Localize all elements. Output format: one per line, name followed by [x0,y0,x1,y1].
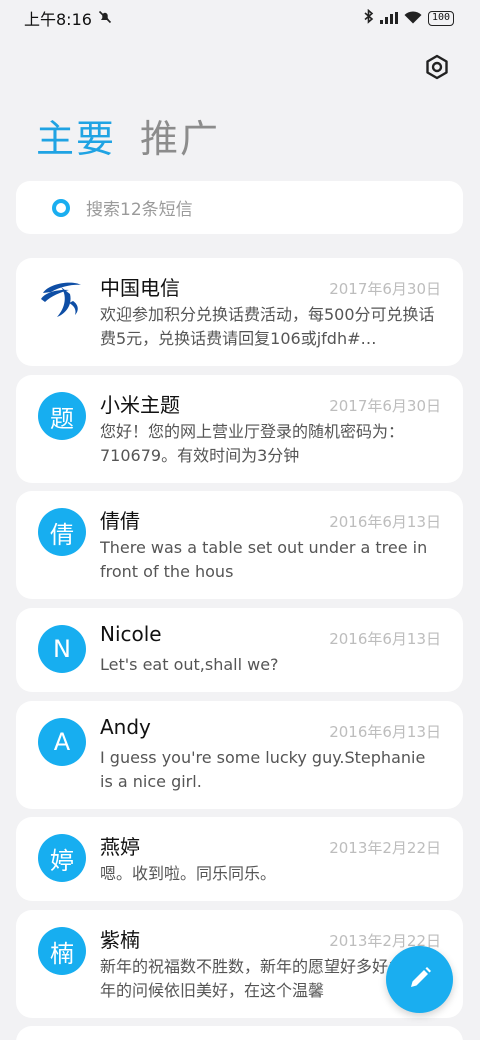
wifi-icon [404,9,422,28]
hexagon-gear-icon [424,54,450,84]
conversation-item[interactable]: 中国电信 2017年6月30日 欢迎参加积分兑换话费活动，每500分可兑换话费5… [16,258,463,366]
conversation-item[interactable]: 婷 燕婷 2013年2月22日 嗯。收到啦。同乐同乐。 [16,817,463,901]
message-date: 2017年6月30日 [329,397,441,415]
contact-name: 小米主题 [100,393,180,417]
status-right: 100 [364,8,454,28]
message-date: 2017年6月30日 [329,280,441,298]
china-telecom-logo [38,275,86,323]
status-left: 上午8:16 [24,6,112,30]
battery-indicator: 100 [427,10,454,26]
search-placeholder: 搜索12条短信 [86,200,193,220]
message-date: 2016年6月13日 [329,723,441,741]
status-bar: 上午8:16 100 [0,0,480,36]
conversation-item[interactable]: A Andy 2016年6月13日 I guess you're some lu… [16,701,463,809]
compose-button[interactable] [386,946,453,1013]
message-date: 2016年6月13日 [329,630,441,648]
avatar: N [38,625,86,673]
search-ring-icon [52,198,70,217]
tab-main[interactable]: 主要 [36,108,116,163]
tab-promo[interactable]: 推广 [140,108,220,163]
contact-name: 燕婷 [100,835,140,859]
conversation-item[interactable]: 题 小米主题 2017年6月30日 您好！您的网上营业厅登录的随机密码为：710… [16,375,463,483]
avatar: 楠 [38,927,86,975]
avatar: A [38,718,86,766]
avatar: 题 [38,392,86,440]
message-date: 2016年6月13日 [329,513,441,531]
message-date: 2013年2月22日 [329,839,441,857]
pencil-icon [407,965,433,995]
contact-name: 紫楠 [100,928,140,952]
search-bar[interactable]: 搜索12条短信 [16,181,463,234]
conversation-item[interactable] [16,1026,463,1040]
tab-bar: 主要 推广 [36,108,220,163]
contact-name: Nicole [100,622,162,646]
settings-button[interactable] [422,54,452,84]
avatar: 倩 [38,508,86,556]
message-preview: There was a table set out under a tree i… [100,538,428,581]
conversation-item[interactable]: N Nicole 2016年6月13日 Let's eat out,shall … [16,608,463,692]
signal-icon [379,9,398,28]
bluetooth-icon [364,8,374,28]
contact-name: 中国电信 [100,276,180,300]
contact-name: 倩倩 [100,509,140,533]
avatar: 婷 [38,834,86,882]
message-preview: 您好！您的网上营业厅登录的随机密码为：710679。有效时间为3分钟 [100,422,405,465]
conversation-item[interactable]: 倩 倩倩 2016年6月13日 There was a table set ou… [16,491,463,599]
message-preview: I guess you're some lucky guy.Stephanie … [100,748,426,791]
mute-icon [98,9,112,28]
contact-name: Andy [100,715,151,739]
message-preview: 嗯。收到啦。同乐同乐。 [100,864,277,883]
message-preview: 欢迎参加积分兑换话费活动，每500分可兑换话费5元，兑换话费请回复106或jfd… [100,305,435,348]
message-preview: Let's eat out,shall we? [100,655,279,674]
status-time: 上午8:16 [24,10,92,29]
